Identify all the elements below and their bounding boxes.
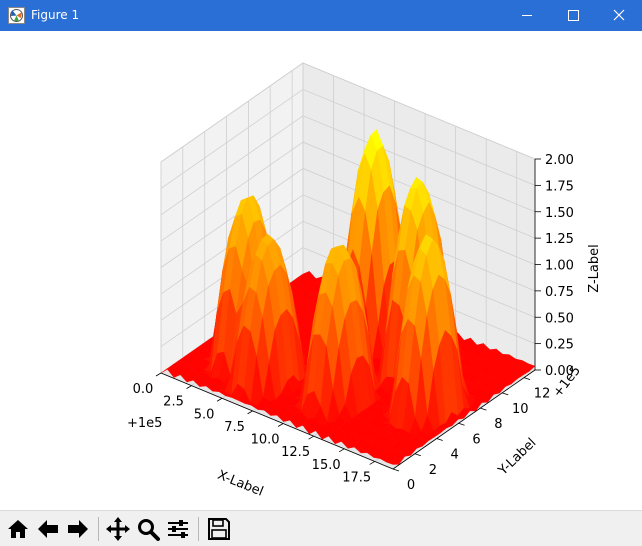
minimize-button[interactable] — [504, 0, 550, 31]
floppy-disk-icon — [208, 518, 230, 540]
z-tick-label: 1.00 — [545, 259, 574, 274]
x-tick-label: 0.0 — [133, 382, 154, 397]
x-tick-label: 12.5 — [281, 445, 310, 460]
x-tick — [186, 385, 192, 389]
home-icon — [8, 520, 28, 538]
arrow-right-icon — [68, 520, 88, 538]
x-tick — [247, 410, 253, 415]
y-tick-label: 0 — [407, 478, 415, 493]
x-tick-label: 17.5 — [342, 470, 371, 485]
y-tick-label: 12 — [534, 387, 551, 402]
move-icon — [106, 517, 130, 541]
window-title: Figure 1 — [31, 8, 80, 22]
title-bar: Figure 1 — [0, 0, 642, 31]
y-tick-label: 4 — [451, 448, 459, 463]
z-tick-label: 1.75 — [545, 179, 574, 194]
close-icon — [613, 9, 625, 21]
x-tick-label: 15.0 — [312, 458, 341, 473]
x-tick — [369, 461, 375, 465]
magnifier-icon — [138, 519, 160, 541]
zoom-button[interactable] — [135, 516, 161, 542]
x-offset-label: +1e5 — [127, 416, 162, 431]
x-tick-label: 2.5 — [163, 395, 184, 410]
arrow-left-icon — [38, 520, 58, 538]
back-button[interactable] — [35, 516, 61, 542]
x-tick — [155, 372, 162, 377]
z-tick-label: 1.25 — [545, 232, 574, 247]
y-tick — [458, 422, 465, 426]
z-tick-label: 1.50 — [545, 206, 574, 221]
x-tick — [308, 435, 314, 440]
x-tick — [338, 448, 345, 453]
y-axis-title: Y-Label — [495, 436, 539, 480]
y-tick — [480, 407, 487, 411]
z-tick-label: 0.75 — [545, 285, 574, 300]
y-tick — [392, 468, 400, 472]
y-tick-label: 6 — [472, 432, 480, 447]
y-tick-label: 10 — [512, 402, 529, 417]
maximize-icon — [568, 10, 579, 21]
pan-button[interactable] — [105, 516, 131, 542]
y-tick — [414, 453, 421, 457]
y-tick — [436, 438, 443, 441]
matplotlib-app-icon — [8, 7, 25, 24]
x-tick — [277, 423, 284, 427]
save-button[interactable] — [206, 516, 232, 542]
home-button[interactable] — [5, 516, 31, 542]
z-tick-label: 0.50 — [545, 311, 574, 326]
z-tick-label: 2.00 — [545, 153, 574, 168]
minimize-icon — [522, 15, 532, 16]
y-tick — [502, 392, 509, 396]
forward-button[interactable] — [65, 516, 91, 542]
x-tick-label: 10.0 — [251, 433, 280, 448]
x-tick-label: 7.5 — [224, 420, 245, 435]
z-axis-title: Z-Label — [587, 244, 602, 292]
navigation-toolbar — [0, 510, 642, 546]
x-tick — [216, 397, 223, 402]
toolbar-separator — [198, 517, 199, 541]
figure-window: Figure 1 0.0 2.5 5.0 7.5 10.0 12.5 15.0 17.5 0 2 4… — [0, 0, 642, 546]
y-tick-label: 2 — [429, 463, 437, 478]
y-tick — [523, 377, 531, 380]
figure-canvas[interactable]: 0.0 2.5 5.0 7.5 10.0 12.5 15.0 17.5 0 2 4 6 8 10 12 0.0… — [1, 31, 641, 510]
configure-subplots-button[interactable] — [165, 516, 191, 542]
toolbar-separator — [98, 517, 99, 541]
x-axis-title: X-Label — [215, 468, 265, 500]
z-tick-label: 0.25 — [545, 338, 574, 353]
surface-plot-3d[interactable]: 0.02.55.07.510.012.515.017.50246810120.0… — [1, 31, 641, 510]
y-tick-label: 8 — [494, 417, 502, 432]
sliders-icon — [168, 520, 188, 538]
close-button[interactable] — [596, 0, 642, 31]
x-tick-label: 5.0 — [194, 407, 215, 422]
maximize-button[interactable] — [550, 0, 596, 31]
